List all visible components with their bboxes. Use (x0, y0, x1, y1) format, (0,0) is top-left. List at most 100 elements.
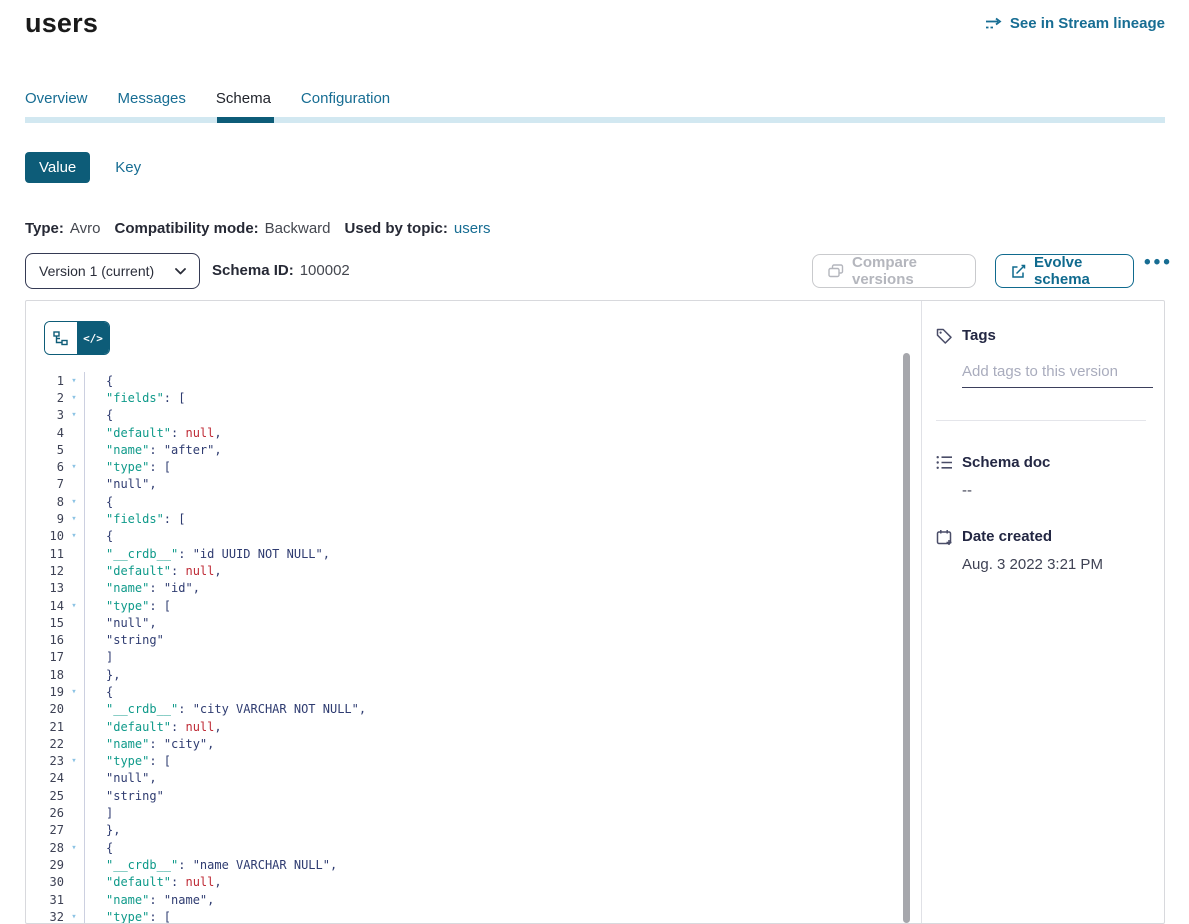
code-line: 6▾ "type": [ (26, 458, 921, 475)
fold-toggle-icon[interactable]: ▾ (64, 497, 84, 507)
code-lines: 1▾{2▾ "fields": [3▾ {4 "default": null,5… (26, 372, 921, 923)
code-line-text: "name": "id", (84, 580, 200, 597)
code-line: 21 "default": null, (26, 718, 921, 735)
code-line-text: "default": null, (84, 424, 222, 441)
type-value: Avro (70, 220, 101, 237)
code-line-text: "name": "after", (84, 441, 222, 458)
code-line-text: "__crdb__": "id UUID NOT NULL", (84, 545, 330, 562)
fold-toggle-icon[interactable]: ▾ (64, 687, 84, 697)
code-line-text: "type": [ (84, 753, 171, 770)
line-number: 20 (26, 702, 64, 716)
code-line: 28▾ { (26, 839, 921, 856)
line-number: 5 (26, 443, 64, 457)
code-line-text: "default": null, (84, 562, 222, 579)
code-line: 29 "__crdb__": "name VARCHAR NULL", (26, 856, 921, 873)
code-line: 8▾ { (26, 493, 921, 510)
date-created-title: Date created (962, 528, 1103, 545)
code-line: 5 "name": "after", (26, 441, 921, 458)
line-number: 16 (26, 633, 64, 647)
fold-toggle-icon[interactable]: ▾ (64, 531, 84, 541)
line-number: 6 (26, 460, 64, 474)
code-line-text: "null", (84, 476, 157, 493)
used-by-topic-label: Used by topic: (345, 220, 448, 237)
code-line-text: { (84, 683, 113, 700)
key-toggle-link[interactable]: Key (115, 159, 141, 176)
schema-id: Schema ID: 100002 (212, 262, 350, 279)
fold-toggle-icon[interactable]: ▾ (64, 376, 84, 386)
tab-schema[interactable]: Schema (216, 90, 271, 115)
fold-toggle-icon[interactable]: ▾ (64, 514, 84, 524)
line-number: 3 (26, 408, 64, 422)
code-line: 23▾ "type": [ (26, 753, 921, 770)
line-number: 11 (26, 547, 64, 561)
code-line: 14▾ "type": [ (26, 597, 921, 614)
line-number: 23 (26, 754, 64, 768)
code-line: 11 "__crdb__": "id UUID NOT NULL", (26, 545, 921, 562)
code-line: 24 "null", (26, 770, 921, 787)
schema-page: users See in Stream lineage Overview Mes… (0, 0, 1189, 916)
date-created-section: Date created Aug. 3 2022 3:21 PM (936, 528, 1145, 573)
code-line-text: { (84, 839, 113, 856)
code-line: 30 "default": null, (26, 874, 921, 891)
code-view-button[interactable]: </> (77, 322, 109, 354)
code-line-text: "fields": [ (84, 510, 185, 527)
fold-toggle-icon[interactable]: ▾ (64, 601, 84, 611)
fold-toggle-icon[interactable]: ▾ (64, 756, 84, 766)
line-number: 13 (26, 581, 64, 595)
line-number: 12 (26, 564, 64, 578)
evolve-schema-button[interactable]: Evolve schema (995, 254, 1134, 288)
code-line-text: "null", (84, 614, 157, 631)
line-number: 10 (26, 529, 64, 543)
tree-view-icon (53, 331, 69, 346)
line-number: 1 (26, 374, 64, 388)
type-label: Type: (25, 220, 64, 237)
fold-toggle-icon[interactable]: ▾ (64, 410, 84, 420)
code-line-text: "default": null, (84, 874, 222, 891)
code-line-text: ] (84, 649, 113, 666)
compare-versions-button[interactable]: Compare versions (812, 254, 976, 288)
fold-toggle-icon[interactable]: ▾ (64, 843, 84, 853)
value-toggle-button[interactable]: Value (25, 152, 90, 183)
tab-messages[interactable]: Messages (118, 90, 186, 115)
code-line: 22 "name": "city", (26, 735, 921, 752)
fold-toggle-icon[interactable]: ▾ (64, 462, 84, 472)
line-number: 7 (26, 477, 64, 491)
code-line-text: }, (84, 666, 120, 683)
line-number: 2 (26, 391, 64, 405)
tab-configuration[interactable]: Configuration (301, 90, 390, 115)
version-select[interactable]: Version 1 (current) (25, 253, 200, 289)
code-line-text: { (84, 493, 113, 510)
fold-toggle-icon[interactable]: ▾ (64, 393, 84, 403)
sidebar-divider (936, 420, 1146, 421)
used-by-topic-link[interactable]: users (454, 220, 491, 237)
code-line: 17 ] (26, 649, 921, 666)
tab-overview[interactable]: Overview (25, 90, 88, 115)
tags-section: Tags (936, 327, 1145, 388)
schema-code-editor[interactable]: 1▾{2▾ "fields": [3▾ {4 "default": null,5… (26, 372, 921, 923)
code-line-text: "name": "city", (84, 735, 214, 752)
code-line: 19▾ { (26, 683, 921, 700)
code-line-text: "__crdb__": "name VARCHAR NULL", (84, 856, 337, 873)
tags-input[interactable] (962, 360, 1153, 388)
code-line: 7 "null", (26, 476, 921, 493)
fold-toggle-icon[interactable]: ▾ (64, 912, 84, 922)
code-line-text: ] (84, 804, 113, 821)
editor-scrollbar[interactable] (903, 353, 910, 923)
code-line: 31 "name": "name", (26, 891, 921, 908)
tree-view-button[interactable] (45, 322, 77, 354)
code-line-text: "name": "name", (84, 891, 214, 908)
code-line-text: { (84, 407, 113, 424)
see-in-stream-lineage-link[interactable]: See in Stream lineage (984, 15, 1165, 32)
code-line: 13 "name": "id", (26, 580, 921, 597)
code-line-text: "__crdb__": "city VARCHAR NOT NULL", (84, 701, 366, 718)
line-number: 26 (26, 806, 64, 820)
list-icon (936, 455, 953, 499)
code-line-text: "string" (84, 787, 164, 804)
code-line: 20 "__crdb__": "city VARCHAR NOT NULL", (26, 701, 921, 718)
more-options-button[interactable]: ••• (1144, 252, 1173, 274)
tab-bar: Overview Messages Schema Configuration (25, 90, 390, 115)
schema-meta-row: Type: Avro Compatibility mode: Backward … (25, 220, 491, 237)
line-number: 28 (26, 841, 64, 855)
code-line: 15 "null", (26, 614, 921, 631)
schema-id-label: Schema ID: (212, 262, 294, 279)
